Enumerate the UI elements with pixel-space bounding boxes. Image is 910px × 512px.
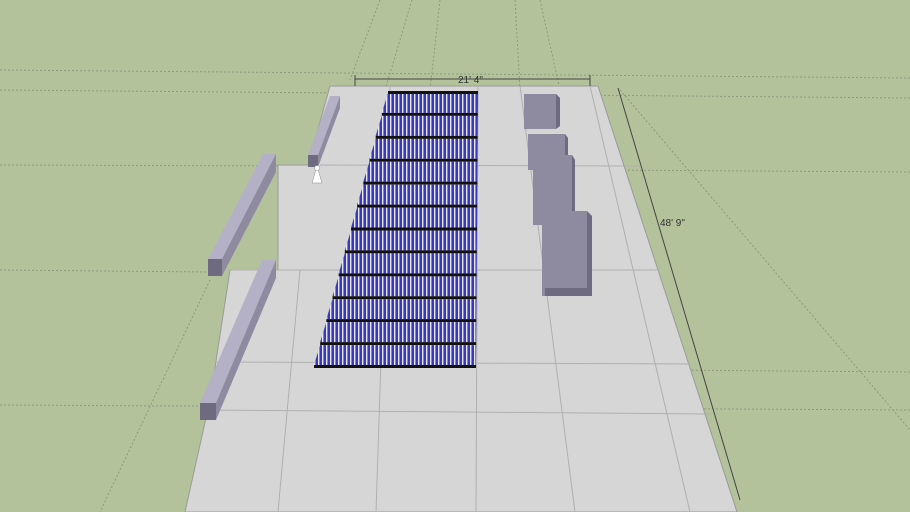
- solar-panel-row[interactable]: [363, 161, 478, 182]
- solar-panel-frame: [314, 365, 476, 368]
- solar-panel-row[interactable]: [369, 138, 478, 159]
- solar-panel-row[interactable]: [375, 115, 478, 136]
- equipment-box-1[interactable]: [524, 94, 560, 129]
- solar-panel-frame: [388, 91, 478, 94]
- solar-panel-row[interactable]: [320, 322, 477, 343]
- solar-panel-frame: [320, 342, 477, 346]
- solar-panel-row[interactable]: [338, 253, 477, 274]
- solar-panel-row[interactable]: [326, 299, 477, 320]
- solar-panel-frame: [326, 319, 477, 323]
- solar-panel-frame: [381, 112, 478, 116]
- equipment-box-4[interactable]: [542, 211, 592, 296]
- solar-panel-frame: [344, 250, 477, 254]
- solar-panel-frame: [363, 181, 478, 185]
- solar-panel-frame: [332, 296, 477, 300]
- solar-panel-row[interactable]: [357, 184, 478, 205]
- solar-panel-frame: [375, 135, 478, 139]
- width-dimension-label: 21' 4": [458, 75, 483, 86]
- solar-panel-frame: [338, 273, 477, 277]
- solar-panel-frame: [357, 204, 478, 208]
- solar-panel-row[interactable]: [314, 345, 477, 365]
- solar-panel-frame: [351, 227, 477, 231]
- length-dimension-label: 48' 9": [660, 218, 685, 229]
- solar-panel-row[interactable]: [332, 276, 477, 297]
- 3d-model-viewport[interactable]: 21' 4" 48' 9": [0, 0, 910, 512]
- solar-panel-frame: [369, 158, 478, 162]
- solar-panel-row[interactable]: [351, 207, 478, 228]
- solar-panel-row[interactable]: [381, 93, 478, 113]
- solar-panel-row[interactable]: [344, 230, 477, 251]
